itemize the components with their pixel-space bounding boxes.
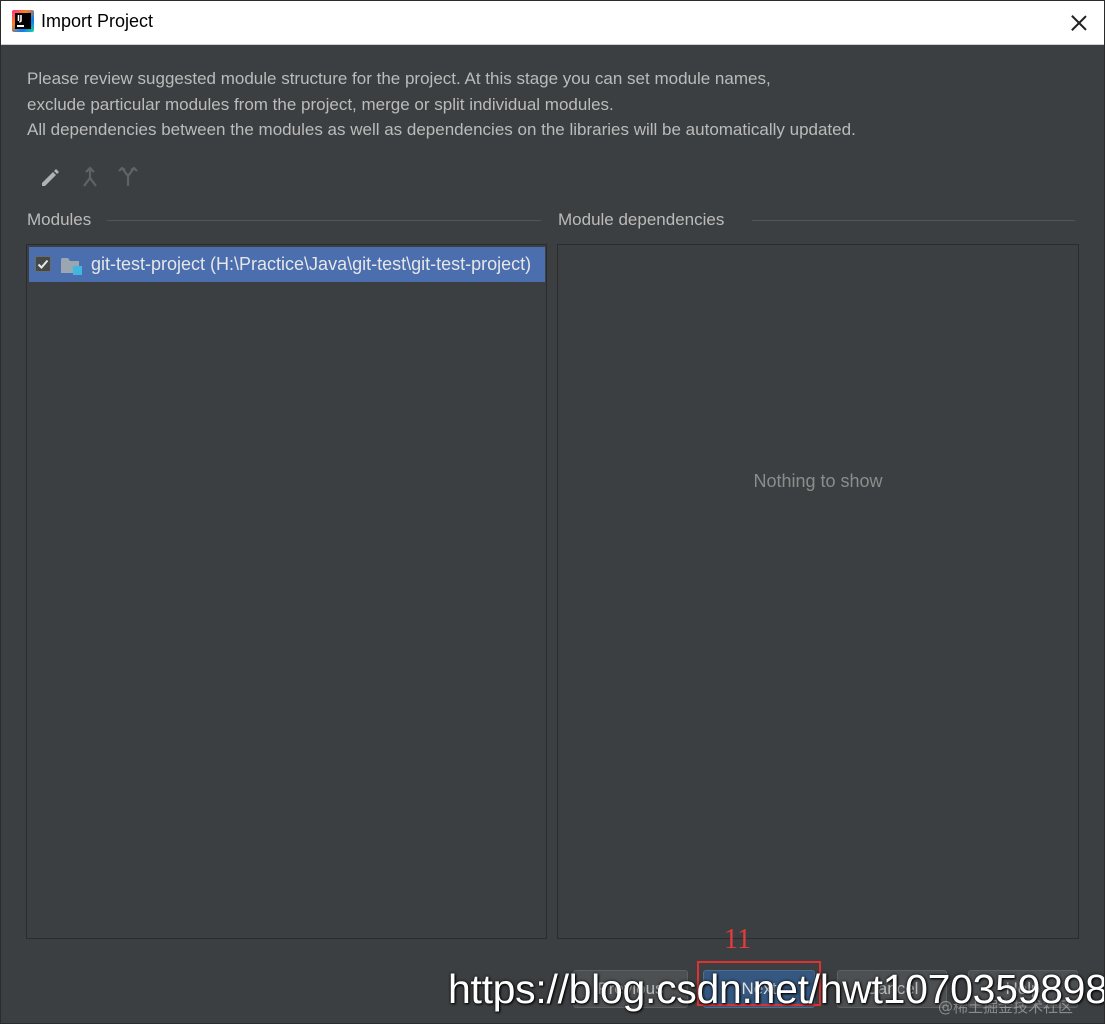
dependencies-section-label: Module dependencies (558, 210, 725, 229)
modules-separator (107, 220, 541, 221)
dependencies-list[interactable]: Nothing to show (557, 244, 1079, 939)
empty-state-text: Nothing to show (753, 471, 883, 491)
merge-icon[interactable] (76, 163, 104, 191)
module-name: git-test-project (H:\Practice\Java\git-t… (91, 254, 532, 274)
description: Please review suggested module structure… (27, 66, 1077, 143)
modules-list[interactable]: git-test-project (H:\Practice\Java\git-t… (26, 244, 547, 939)
description-line-2: exclude particular modules from the proj… (27, 94, 614, 114)
url-watermark: https://blog.csdn.net/hwt1070359898 (448, 966, 1105, 1012)
split-icon[interactable] (114, 163, 142, 191)
modules-section-label: Modules (27, 210, 92, 229)
intellij-logo-icon: IJ (12, 10, 34, 32)
description-line-3: All dependencies between the modules as … (27, 120, 856, 139)
module-list-item[interactable]: git-test-project (H:\Practice\Java\git-t… (29, 247, 545, 282)
window-title: Import Project (41, 11, 154, 31)
module-folder-icon (61, 257, 83, 275)
pencil-icon[interactable] (36, 163, 64, 191)
title-bar: IJ Import Project (0, 0, 1105, 45)
close-icon[interactable] (1061, 6, 1097, 38)
dependencies-separator (752, 220, 1075, 221)
module-checkbox[interactable] (35, 256, 51, 272)
description-line-1: Please review suggested module structure… (27, 69, 771, 88)
step-number-annotation: 11 (724, 924, 751, 955)
